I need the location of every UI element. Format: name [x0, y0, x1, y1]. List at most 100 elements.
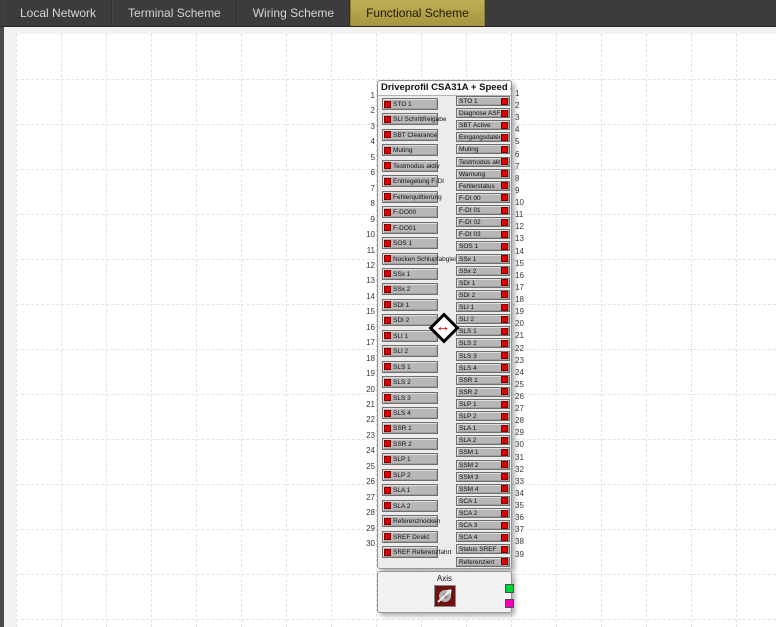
- output-pin[interactable]: Testmodus aktiv: [456, 157, 510, 167]
- connection-handle[interactable]: ↔: [428, 312, 458, 342]
- output-pin[interactable]: SOS 1: [456, 241, 510, 251]
- output-pin[interactable]: SSR 1: [456, 375, 510, 385]
- output-pin[interactable]: Status SREF: [456, 544, 510, 554]
- pin-connector-icon: [384, 101, 391, 108]
- input-pin[interactable]: SOS 1: [382, 237, 438, 249]
- output-pin[interactable]: F-DI 02: [456, 217, 510, 227]
- input-pin[interactable]: SSR 1: [382, 422, 438, 434]
- output-pin[interactable]: Diagnose ASF: [456, 108, 510, 118]
- pin-number: 4: [515, 126, 529, 134]
- input-pin[interactable]: SREF Direkt: [382, 531, 438, 543]
- output-pin[interactable]: SCA 4: [456, 532, 510, 542]
- pin-connector-icon: [501, 485, 508, 492]
- output-pin[interactable]: SLS 3: [456, 351, 510, 361]
- axis-port-magenta[interactable]: [505, 599, 514, 608]
- output-pin[interactable]: SSM 1: [456, 447, 510, 457]
- input-pin[interactable]: SLI Schrittfreigabe: [382, 113, 438, 125]
- output-pin[interactable]: SLS 4: [456, 363, 510, 373]
- output-pin[interactable]: Fehlerstatus: [456, 181, 510, 191]
- input-pin[interactable]: F-DO01: [382, 222, 438, 234]
- input-pin[interactable]: Nocken Schlupfabgleich: [382, 253, 438, 265]
- function-block-title[interactable]: Driveprofil CSA31A + Speed a...: [378, 81, 511, 96]
- pin-number: 7: [362, 185, 375, 193]
- tab-terminal-scheme[interactable]: Terminal Scheme: [112, 0, 237, 26]
- pin-connector-icon: [501, 546, 508, 553]
- output-pin[interactable]: F-DI 01: [456, 205, 510, 215]
- pin-connector-icon: [501, 510, 508, 517]
- output-pin[interactable]: SDI 1: [456, 278, 510, 288]
- pin-number: 6: [515, 151, 529, 159]
- input-pin[interactable]: Referenznocken: [382, 515, 438, 527]
- tab-functional-scheme[interactable]: Functional Scheme: [350, 0, 485, 26]
- input-pin[interactable]: SSR 2: [382, 438, 438, 450]
- output-pin[interactable]: SLP 2: [456, 411, 510, 421]
- input-pin[interactable]: SLP 2: [382, 469, 438, 481]
- pin-label: SSR 2: [393, 440, 412, 449]
- output-pin[interactable]: SCA 2: [456, 508, 510, 518]
- output-pin[interactable]: Muting: [456, 144, 510, 154]
- output-pin[interactable]: SLI 2: [456, 314, 510, 324]
- pin-label: SREF Direkt: [393, 533, 429, 542]
- input-pin[interactable]: SLI 2: [382, 345, 438, 357]
- output-pin[interactable]: SBT Active: [456, 120, 510, 130]
- pin-connector-icon: [501, 146, 508, 153]
- output-pin[interactable]: SLS 1: [456, 326, 510, 336]
- output-pin[interactable]: SSM 3: [456, 472, 510, 482]
- input-pin[interactable]: SSx 1: [382, 268, 438, 280]
- tab-wiring-scheme[interactable]: Wiring Scheme: [237, 0, 350, 26]
- input-pin[interactable]: SLS 1: [382, 361, 438, 373]
- output-pin[interactable]: SLP 1: [456, 399, 510, 409]
- pin-connector-icon: [384, 549, 391, 556]
- pin-number: 27: [362, 494, 375, 502]
- input-pin[interactable]: SLA 1: [382, 484, 438, 496]
- output-pin[interactable]: STO 1: [456, 96, 510, 106]
- input-pin[interactable]: SREF Referenzfahrt: [382, 546, 438, 558]
- input-pin[interactable]: SSx 2: [382, 283, 438, 295]
- pin-number: 15: [515, 260, 529, 268]
- input-pin[interactable]: SBT Clearance: [382, 129, 438, 141]
- output-pin[interactable]: SSM 2: [456, 460, 510, 470]
- input-pin[interactable]: Muting: [382, 144, 438, 156]
- input-pin[interactable]: SLP 1: [382, 453, 438, 465]
- input-pin[interactable]: SLS 4: [382, 407, 438, 419]
- pin-number: 9: [515, 187, 529, 195]
- input-pin[interactable]: SDI 1: [382, 299, 438, 311]
- output-pin[interactable]: SSR 2: [456, 387, 510, 397]
- output-pin[interactable]: SSM 4: [456, 484, 510, 494]
- input-pin[interactable]: SLS 3: [382, 392, 438, 404]
- output-pin[interactable]: SLI 1: [456, 302, 510, 312]
- axis-port-green[interactable]: [505, 584, 514, 593]
- output-pin[interactable]: SLA 1: [456, 423, 510, 433]
- pin-connector-icon: [501, 134, 508, 141]
- grid-line: [646, 34, 647, 627]
- input-pin[interactable]: Testmodus aktiv: [382, 160, 438, 172]
- tab-local-network[interactable]: Local Network: [4, 0, 112, 26]
- output-pin[interactable]: SDI 2: [456, 290, 510, 300]
- axis-block[interactable]: Axis: [377, 571, 512, 613]
- output-pin[interactable]: F-DI 03: [456, 229, 510, 239]
- output-pin[interactable]: SCA 3: [456, 520, 510, 530]
- pin-connector-icon: [501, 328, 508, 335]
- input-pin[interactable]: Entriegelung F-DI: [382, 175, 438, 187]
- output-pin[interactable]: Eingangsdaten gül: [456, 132, 510, 142]
- output-pin[interactable]: SSx 2: [456, 266, 510, 276]
- pin-label: F-DO00: [393, 208, 416, 217]
- output-pin[interactable]: SCA 1: [456, 496, 510, 506]
- output-pin[interactable]: Referenziert: [456, 557, 510, 567]
- pin-number: 1: [515, 90, 529, 98]
- output-pin[interactable]: SLS 2: [456, 338, 510, 348]
- output-pin[interactable]: Warnung: [456, 169, 510, 179]
- input-pin[interactable]: F-DO00: [382, 206, 438, 218]
- pin-number: 16: [362, 324, 375, 332]
- pin-number: 22: [515, 345, 529, 353]
- pin-number: 4: [362, 138, 375, 146]
- input-pin[interactable]: STO 1: [382, 98, 438, 110]
- input-pin[interactable]: SLA 2: [382, 500, 438, 512]
- output-pin[interactable]: SLA 2: [456, 435, 510, 445]
- output-pin[interactable]: F-DI 00: [456, 193, 510, 203]
- input-pin[interactable]: SLS 2: [382, 376, 438, 388]
- output-pin[interactable]: SSx 1: [456, 254, 510, 264]
- input-pin[interactable]: Fehlerquittierung: [382, 191, 438, 203]
- pin-label: SBT Clearance: [393, 131, 437, 140]
- axis-motor-icon[interactable]: [434, 585, 456, 607]
